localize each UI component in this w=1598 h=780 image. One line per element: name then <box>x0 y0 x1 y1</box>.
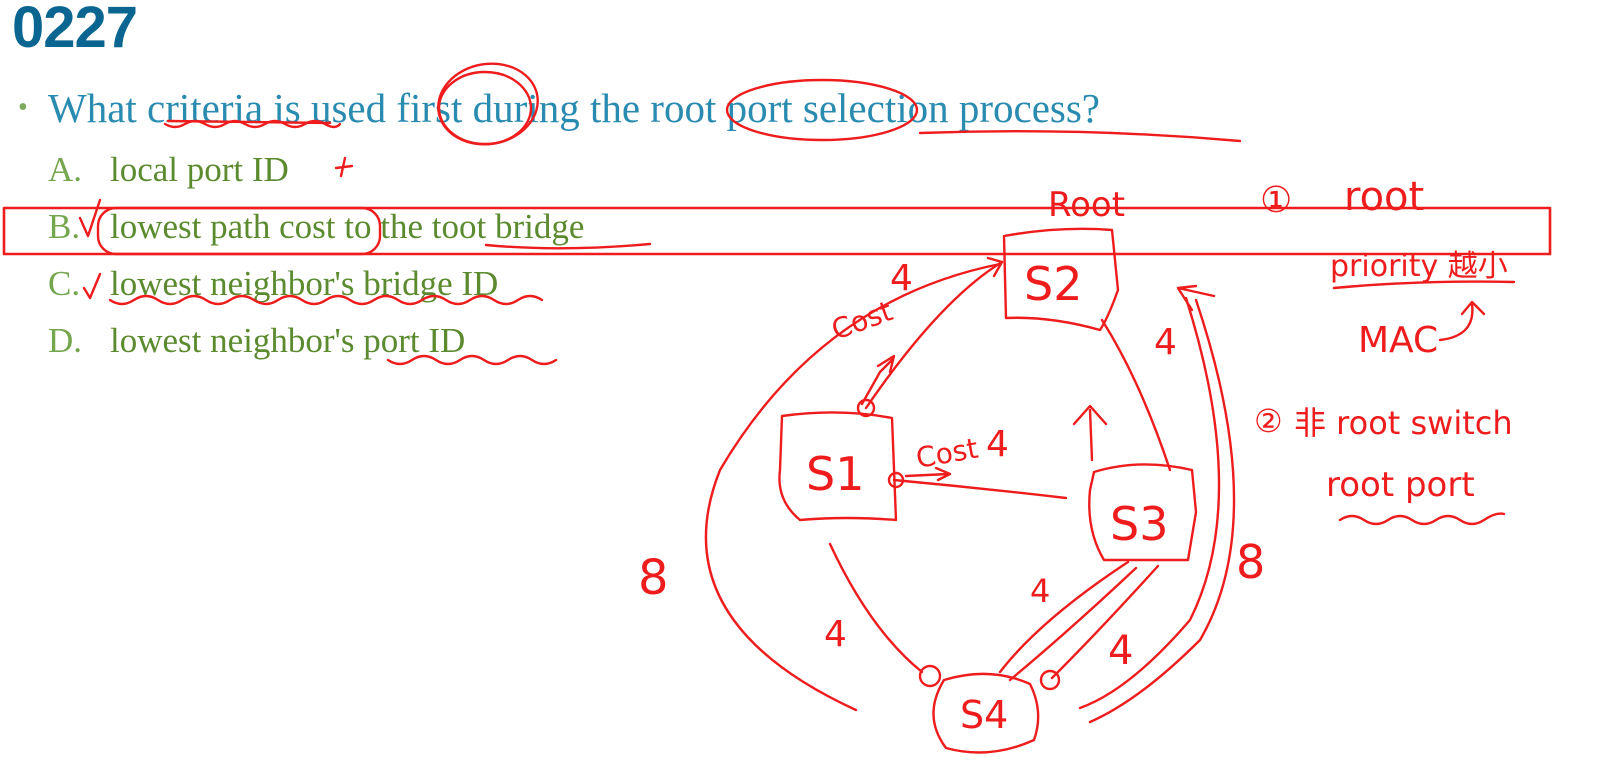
arrow-s3-up-icon <box>1072 404 1108 462</box>
arc-right-path-2 <box>1078 296 1221 710</box>
note-4-text: 非 root switch <box>1294 404 1513 442</box>
underline-selection <box>918 130 1242 143</box>
arc-left-path <box>704 262 1002 712</box>
option-a[interactable]: A. local port ID <box>48 150 289 190</box>
link-s3-s4-c <box>1050 564 1160 680</box>
link-s1-s3 <box>892 478 1068 500</box>
cost-s1-s4: 4 <box>824 614 847 655</box>
question-line: • What criteria is used first during the … <box>18 84 1100 132</box>
cost-s1-s3: 4 <box>986 424 1009 465</box>
switch-s4-box <box>932 672 1040 754</box>
note-5-text: root port <box>1326 465 1475 505</box>
option-text: lowest path cost to the toot bridge <box>110 207 585 246</box>
link-s1-s4 <box>828 542 924 674</box>
option-letter: C. <box>48 264 81 303</box>
link-s3-s4-b <box>1008 566 1138 682</box>
port-circle-s4-left <box>918 664 942 688</box>
switch-s2-box <box>1002 227 1120 332</box>
cost-s3-s4-a: 4 <box>1030 572 1050 610</box>
cost-label-1: Cost <box>827 294 897 346</box>
link-s2-s3 <box>1100 318 1172 472</box>
note-1-marker: ① <box>1260 180 1292 221</box>
switch-label-s4: S4 <box>960 693 1008 737</box>
port-circle-s1-right <box>887 471 905 489</box>
option-d[interactable]: D. lowest neighbor's port ID <box>48 321 465 361</box>
underline-root-port-note <box>1338 512 1506 526</box>
port-circle-s1-top <box>856 398 876 418</box>
cost-right-path: 8 <box>1236 535 1265 589</box>
bullet-icon: • <box>18 92 28 123</box>
option-text: lowest neighbor's port ID <box>110 321 466 360</box>
underline-priority <box>1332 280 1516 290</box>
link-s3-s4-a <box>998 560 1130 674</box>
port-circle-s4-right <box>1039 669 1061 691</box>
arrow-mac-up-icon <box>1438 300 1486 342</box>
switch-label-s2: S2 <box>1024 257 1082 311</box>
arrow-right-top-icon <box>1176 284 1216 312</box>
arc-right-path <box>1088 298 1236 724</box>
note-2-text: priority 越小 <box>1330 249 1508 284</box>
arrow-s1-right-icon <box>904 466 952 482</box>
note-1-text: root <box>1344 174 1424 220</box>
cost-label-2: Cost <box>913 432 980 475</box>
option-b[interactable]: B. lowest path cost to the toot bridge <box>48 207 584 247</box>
cost-s2-s1: 4 <box>890 258 913 299</box>
root-label: Root <box>1048 185 1125 225</box>
note-3-text: MAC <box>1358 320 1438 361</box>
arrow-s1-up-icon <box>860 354 896 406</box>
cost-left-path: 8 <box>638 550 669 606</box>
option-text: lowest neighbor's bridge ID <box>110 264 499 303</box>
note-4-marker: ② <box>1254 402 1283 440</box>
option-text: local port ID <box>110 150 289 189</box>
switch-label-s3: S3 <box>1110 497 1168 551</box>
cost-s3-s4-b: 4 <box>1108 628 1133 674</box>
cost-s2-s3: 4 <box>1154 322 1177 363</box>
link-s2-s1 <box>864 260 1004 410</box>
option-letter: B. <box>48 207 81 246</box>
option-letter: D. <box>48 321 83 360</box>
plus-mark-a <box>334 156 354 178</box>
switch-s1-box <box>778 411 898 522</box>
option-c[interactable]: C. lowest neighbor's bridge ID <box>48 264 498 304</box>
option-letter: A. <box>48 150 83 189</box>
question-text: What criteria is used first during the r… <box>48 85 1101 131</box>
switch-s3-box <box>1088 463 1198 562</box>
switch-label-s1: S1 <box>806 447 864 501</box>
arrow-s2-in-icon <box>986 256 1004 278</box>
slide-number: 0227 <box>12 0 138 60</box>
